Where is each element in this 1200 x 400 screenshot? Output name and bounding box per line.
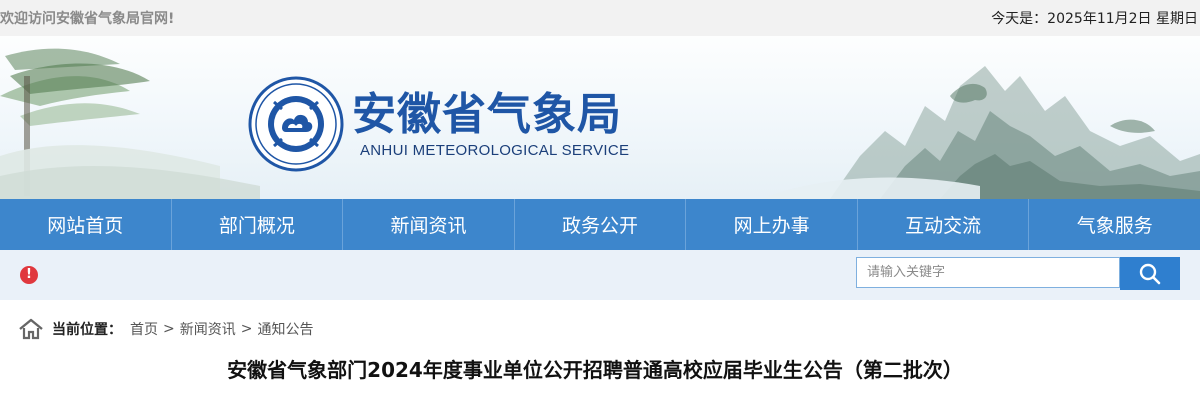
main-nav: 网站首页 部门概况 新闻资讯 政务公开 网上办事 互动交流 气象服务 <box>0 199 1200 250</box>
search-strip: ! <box>0 250 1200 300</box>
nav-item-about[interactable]: 部门概况 <box>172 199 344 250</box>
article-title: 安徽省气象部门2024年度事业单位公开招聘普通高校应届毕业生公告（第二批次） <box>227 358 963 382</box>
nav-item-interaction[interactable]: 互动交流 <box>858 199 1030 250</box>
breadcrumb-separator: > <box>163 321 175 337</box>
breadcrumb: 当前位置： 首页 > 新闻资讯 > 通知公告 <box>18 316 313 342</box>
breadcrumb-news[interactable]: 新闻资讯 <box>180 319 236 339</box>
nav-item-gov-affairs[interactable]: 政务公开 <box>515 199 687 250</box>
welcome-text: 欢迎访问安徽省气象局官网! <box>0 11 175 27</box>
search-icon <box>1139 263 1161 284</box>
date-text: 今天是：2025年11月2日 星期日 <box>991 11 1198 27</box>
home-icon <box>19 318 43 340</box>
nav-item-online-services[interactable]: 网上办事 <box>686 199 858 250</box>
breadcrumb-notices[interactable]: 通知公告 <box>257 319 313 339</box>
breadcrumb-home[interactable]: 首页 <box>130 319 158 339</box>
header-banner: 安徽省气象局 ANHUI METEOROLOGICAL SERVICE <box>0 36 1200 199</box>
breadcrumb-separator: > <box>240 321 253 337</box>
search-button[interactable] <box>1120 257 1180 290</box>
nav-item-home[interactable]: 网站首页 <box>0 199 172 250</box>
top-bar: 欢迎访问安徽省气象局官网! 今天是：2025年11月2日 星期日 <box>0 0 1200 36</box>
breadcrumb-label: 当前位置： <box>52 322 122 338</box>
cma-logo <box>248 76 344 172</box>
nav-item-weather-services[interactable]: 气象服务 <box>1029 199 1200 250</box>
nav-item-news[interactable]: 新闻资讯 <box>343 199 515 250</box>
search-input[interactable] <box>856 257 1120 288</box>
site-title-en: ANHUI METEOROLOGICAL SERVICE <box>360 142 630 159</box>
exclamation-icon[interactable]: ! <box>20 266 38 284</box>
site-title-cn: 安徽省气象局 <box>352 89 622 140</box>
